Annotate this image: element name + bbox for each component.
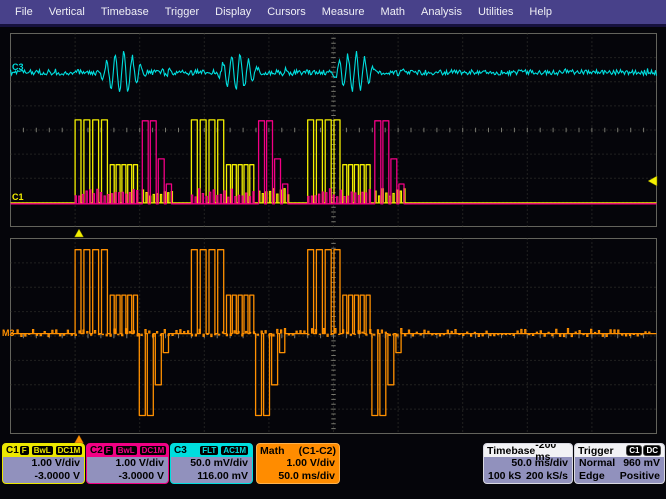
trigger-type: Edge	[579, 470, 605, 483]
channel-c3-id: C3	[174, 445, 187, 457]
coupling-badge-ac1m: AC1M	[220, 445, 249, 456]
channel-c3-header: C3 FLT AC1M	[171, 444, 252, 457]
channel-c2-offset: -3.0000 V	[87, 470, 168, 483]
coupling-badge-f: F	[103, 445, 114, 456]
coupling-badge-f: F	[19, 445, 30, 456]
trigger-label: Trigger	[578, 445, 614, 457]
menu-item-utilities[interactable]: Utilities	[471, 3, 520, 21]
timebase-descriptor[interactable]: Timebase -200 ms 50.0 ms/div 100 kS 200 …	[483, 443, 573, 484]
coupling-badge-dc1m: DC1M	[55, 445, 84, 456]
channel-c2-badges: F BwL DC1M	[103, 445, 167, 456]
timebase-label: Timebase	[487, 445, 535, 457]
oscilloscope-app: File Vertical Timebase Trigger Display C…	[0, 0, 666, 499]
channel-c3-offset: 116.00 mV	[171, 470, 252, 483]
menu-item-file[interactable]: File	[8, 3, 40, 21]
bandwidth-badge-bwl: BwL	[31, 445, 54, 456]
trigger-descriptor[interactable]: Trigger C1 DC Normal 960 mV Edge Positiv…	[574, 443, 665, 484]
trigger-level: 960 mV	[623, 457, 660, 470]
channel-c1-id: C1	[6, 445, 19, 457]
channel-c3-badges: FLT AC1M	[199, 445, 249, 456]
math-source: (C1-C2)	[299, 445, 336, 457]
channel-descriptor-c2[interactable]: C2 F BwL DC1M 1.00 V/div -3.0000 V	[86, 443, 169, 484]
menu-item-vertical[interactable]: Vertical	[42, 3, 92, 21]
timebase-scale: 50.0 ms/div	[484, 457, 572, 470]
trigger-delay-marker[interactable]	[75, 229, 84, 237]
trace-c1	[11, 120, 657, 203]
math-scale: 1.00 V/div	[257, 457, 339, 470]
channel-c3-scale: 50.0 mV/div	[171, 457, 252, 470]
timebase-sampling: 100 kS 200 kS/s	[484, 470, 572, 483]
math-timebase: 50.0 ms/div	[257, 470, 339, 483]
math-id: Math	[260, 445, 285, 457]
menu-item-trigger[interactable]: Trigger	[158, 3, 206, 21]
trigger-coupling-badge: DC	[643, 445, 661, 456]
channel-descriptor-c1[interactable]: C1 F BwL DC1M 1.00 V/div -3.0000 V	[2, 443, 85, 484]
channel-c2-scale: 1.00 V/div	[87, 457, 168, 470]
trace-c2-stubs	[75, 189, 370, 204]
channel-c1-header: C1 F BwL DC1M	[3, 444, 84, 457]
coupling-badge-dc1m: DC1M	[139, 445, 168, 456]
menu-item-cursors[interactable]: Cursors	[260, 3, 313, 21]
menu-item-math[interactable]: Math	[374, 3, 412, 21]
math-descriptor[interactable]: Math (C1-C2) 1.00 V/div 50.0 ms/div	[256, 443, 340, 484]
menu-item-help[interactable]: Help	[522, 3, 559, 21]
math-header: Math (C1-C2)	[257, 444, 339, 457]
filter-badge-flt: FLT	[199, 445, 219, 456]
menu-item-timebase[interactable]: Timebase	[94, 3, 156, 21]
timebase-samples: 100 kS	[488, 470, 521, 483]
trigger-slope: Positive	[620, 470, 660, 483]
menu-item-display[interactable]: Display	[208, 3, 258, 21]
trace-label-math: M3	[2, 328, 15, 338]
waveform-display: C3 C1 M3	[0, 0, 666, 499]
trace-label-c1: C1	[12, 192, 24, 202]
trigger-type-row: Edge Positive	[575, 470, 664, 483]
channel-c1-badges: F BwL DC1M	[19, 445, 83, 456]
bandwidth-badge-bwl: BwL	[115, 445, 138, 456]
channel-descriptor-c3[interactable]: C3 FLT AC1M 50.0 mV/div 116.00 mV	[170, 443, 253, 484]
trigger-header: Trigger C1 DC	[575, 444, 664, 457]
trace-label-c3: C3	[12, 62, 24, 72]
channel-c2-header: C2 F BwL DC1M	[87, 444, 168, 457]
trigger-source-badge: C1	[626, 445, 642, 456]
status-bar: C1 F BwL DC1M 1.00 V/div -3.0000 V C2 F …	[0, 443, 666, 499]
trigger-badges: C1 DC	[626, 445, 661, 456]
trigger-mode: Normal	[579, 457, 615, 470]
channel-c2-id: C2	[90, 445, 103, 457]
math-trigger-delay-marker[interactable]	[75, 435, 84, 443]
channel-c1-scale: 1.00 V/div	[3, 457, 84, 470]
trigger-mode-row: Normal 960 mV	[575, 457, 664, 470]
menu-item-analysis[interactable]: Analysis	[414, 3, 469, 21]
timebase-sample-rate: 200 kS/s	[526, 470, 568, 483]
channel-c1-offset: -3.0000 V	[3, 470, 84, 483]
timebase-header: Timebase -200 ms	[484, 444, 572, 457]
trigger-level-marker[interactable]	[648, 176, 657, 186]
menu-bar: File Vertical Timebase Trigger Display C…	[0, 0, 666, 27]
menu-item-measure[interactable]: Measure	[315, 3, 372, 21]
graticule	[11, 34, 657, 434]
